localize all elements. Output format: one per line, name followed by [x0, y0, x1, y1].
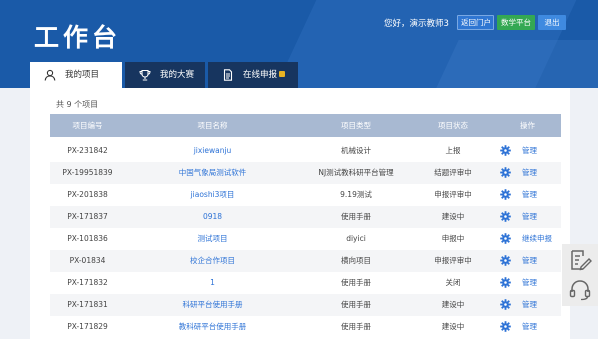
gear-icon [500, 299, 511, 310]
project-status: 结题评审中 [434, 168, 472, 177]
project-id: PX-171832 [67, 278, 108, 287]
user-greeting: 您好，演示教师3 [384, 19, 449, 29]
project-id: PX-231842 [67, 146, 108, 155]
project-status: 申报中 [441, 234, 465, 243]
column-header: 操作 [520, 121, 535, 130]
column-header: 项目类型 [341, 121, 371, 130]
action-button[interactable]: 管理 [494, 316, 561, 338]
project-type: NJ测试教科研平台管理 [318, 168, 394, 177]
action-button[interactable]: 管理 [494, 162, 561, 184]
project-id: PX-19951839 [62, 168, 113, 177]
table-row: PX-171829 教科研平台使用手册 使用手册 建设中 管理 [50, 316, 561, 338]
column-header: 项目状态 [438, 121, 468, 130]
action-label: 管理 [522, 190, 537, 199]
project-status: 申报评审中 [434, 190, 472, 199]
tab-online-application[interactable]: 在线申报 [208, 62, 298, 88]
table-row: PX-201838 jiaoshi3项目 9.19测试 申报评审中 管理 [50, 184, 561, 206]
project-type: diyici [346, 234, 366, 243]
table-row: PX-01834 校企合作项目 横向项目 申报评审中 管理 [50, 250, 561, 272]
action-label: 管理 [522, 300, 537, 309]
side-toolbar [562, 244, 598, 306]
action-button[interactable]: 管理 [494, 206, 561, 228]
project-name-link[interactable]: jixiewanju [125, 140, 300, 162]
project-type: 使用手册 [341, 322, 371, 331]
project-type: 使用手册 [341, 212, 371, 221]
gear-icon [500, 167, 511, 178]
project-name-link[interactable]: jiaoshi3项目 [125, 184, 300, 206]
project-status: 申报评审中 [434, 256, 472, 265]
tab-label: 我的大赛 [160, 70, 195, 80]
action-label: 管理 [522, 322, 537, 331]
table-row: PX-171831 科研平台使用手册 使用手册 建设中 管理 [50, 294, 561, 316]
gear-icon [500, 233, 511, 244]
project-type: 机械设计 [341, 146, 371, 155]
project-status: 建设中 [441, 322, 465, 331]
new-badge-icon [279, 71, 286, 77]
action-button[interactable]: 管理 [494, 272, 561, 294]
project-status: 关闭 [445, 278, 461, 287]
action-button[interactable]: 管理 [494, 250, 561, 272]
project-id: PX-171837 [67, 212, 108, 221]
table-row: PX-19951839 中国气象局测试软件 NJ测试教科研平台管理 结题评审中 管理 [50, 162, 561, 184]
tab-my-projects[interactable]: 我的项目 [30, 62, 122, 88]
action-label: 管理 [522, 168, 537, 177]
edit-icon[interactable] [568, 248, 592, 272]
action-button[interactable]: 管理 [494, 140, 561, 162]
trophy-icon [139, 69, 151, 81]
user-icon [44, 69, 56, 81]
project-status: 建设中 [441, 300, 465, 309]
gear-icon [500, 211, 511, 222]
project-panel: 共 9 个项目 项目编号 项目名称 项目类型 项目状态 操作 PX-231842… [30, 88, 570, 339]
headset-icon[interactable] [568, 278, 592, 302]
column-header: 项目编号 [72, 121, 103, 130]
project-status: 建设中 [441, 212, 465, 221]
action-label: 管理 [522, 212, 537, 221]
action-label: 管理 [522, 278, 537, 287]
app-logo: 工作台 [34, 23, 122, 52]
project-id: PX-101836 [67, 234, 108, 243]
project-name-link[interactable]: 科研平台使用手册 [125, 294, 300, 316]
project-name-link[interactable]: 测试项目 [125, 228, 300, 250]
action-button[interactable]: 管理 [494, 184, 561, 206]
tab-my-competitions[interactable]: 我的大赛 [125, 62, 205, 88]
gear-icon [500, 145, 511, 156]
project-id: PX-171829 [67, 322, 108, 331]
project-id: PX-01834 [69, 256, 106, 265]
gear-icon [500, 321, 511, 332]
project-status: 上报 [445, 146, 461, 155]
gear-icon [500, 255, 511, 266]
action-button[interactable]: 管理 [494, 294, 561, 316]
project-id: PX-171831 [67, 300, 108, 309]
header: 工作台 您好，演示教师3 返回门户 数学平台 退出 我的项目 我的大赛 在线申报 [0, 0, 598, 88]
return-portal-button[interactable]: 返回门户 [457, 15, 494, 30]
document-icon [223, 69, 233, 81]
gear-icon [500, 277, 511, 288]
project-type: 横向项目 [341, 256, 371, 265]
project-id: PX-201838 [67, 190, 108, 199]
project-type: 9.19测试 [340, 190, 372, 199]
table-row: PX-231842 jixiewanju 机械设计 上报 管理 [50, 140, 561, 162]
action-label: 管理 [522, 146, 537, 155]
project-name-link[interactable]: 教科研平台使用手册 [125, 316, 300, 338]
column-header: 项目名称 [197, 121, 228, 130]
project-name-link[interactable]: 校企合作项目 [125, 250, 300, 272]
table-row: PX-101836 测试项目 diyici 申报中 继续申报 [50, 228, 561, 250]
data-platform-button[interactable]: 数学平台 [497, 15, 535, 30]
table-row: PX-171832 1 使用手册 关闭 管理 [50, 272, 561, 294]
table-row: PX-171837 0918 使用手册 建设中 管理 [50, 206, 561, 228]
project-name-link[interactable]: 1 [125, 272, 300, 294]
gear-icon [500, 189, 511, 200]
table-header: 项目编号 项目名称 项目类型 项目状态 操作 [50, 114, 561, 137]
project-type: 使用手册 [341, 300, 371, 309]
action-label: 继续申报 [522, 234, 552, 243]
project-name-link[interactable]: 0918 [125, 206, 300, 228]
tab-label: 在线申报 [243, 70, 278, 80]
project-type: 使用手册 [341, 278, 371, 287]
logout-button[interactable]: 退出 [538, 15, 566, 30]
project-count: 共 9 个项目 [56, 100, 99, 109]
action-label: 管理 [522, 256, 537, 265]
action-button[interactable]: 继续申报 [494, 228, 561, 250]
tab-label: 我的项目 [65, 70, 100, 80]
project-name-link[interactable]: 中国气象局测试软件 [125, 162, 300, 184]
